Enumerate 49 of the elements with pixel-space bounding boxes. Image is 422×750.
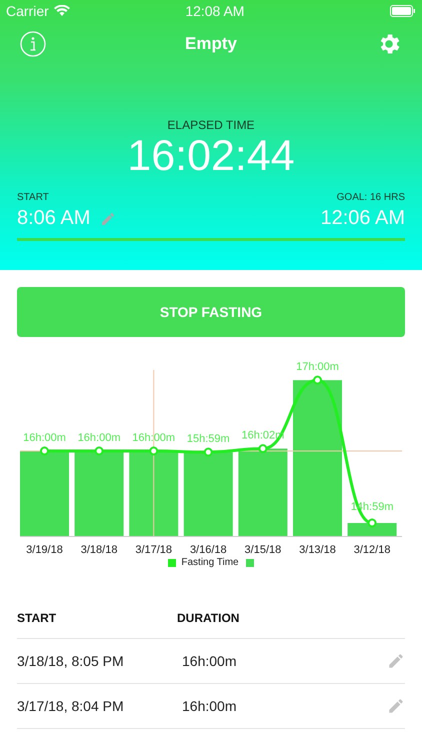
screen-title: Empty — [185, 34, 237, 54]
date-label: 3/13/18 — [299, 544, 336, 555]
start-cell-text: 3/18/18, 8:05 PM — [17, 653, 125, 669]
value-label: 15h:59m — [186, 433, 230, 446]
bar[interactable] — [238, 448, 288, 536]
start-label: START — [17, 192, 50, 203]
status-time: 12:08 AM — [185, 3, 246, 19]
data-point — [204, 448, 213, 457]
bar[interactable] — [348, 523, 397, 536]
value-label: 16h:00m — [78, 432, 120, 444]
data-point — [149, 446, 158, 456]
data-point — [94, 446, 104, 456]
end-time: 12:06 AM — [320, 207, 405, 230]
start-time: 8:06 AM — [17, 207, 90, 230]
column-header: DURATION — [177, 611, 240, 625]
value-label: 16h:00m — [132, 432, 176, 444]
data-point — [313, 376, 322, 385]
duration-cell-text: 16h:00m — [182, 698, 238, 714]
pencil-icon[interactable] — [387, 697, 405, 715]
value-label: 16h:00m — [23, 432, 66, 444]
duration-cell-text: 16h:00m — [182, 653, 238, 669]
data-point — [368, 518, 377, 528]
elapsed-time: 16:02:44 — [127, 132, 295, 180]
column-header: START — [17, 611, 58, 625]
date-label: 3/19/18 — [26, 544, 63, 555]
bar[interactable] — [293, 380, 342, 536]
bar[interactable] — [74, 451, 124, 536]
data-point — [258, 444, 268, 454]
value-label: 17h:00m — [296, 361, 339, 374]
legend-label: Fasting Time — [181, 557, 239, 568]
start-cell-text: 3/17/18, 8:04 PM — [17, 698, 125, 714]
date-label: 3/16/18 — [190, 544, 227, 555]
stop-fasting-button[interactable]: STOP FASTING — [17, 287, 405, 337]
date-label: 3/12/18 — [354, 544, 390, 555]
date-label: 3/15/18 — [244, 544, 282, 555]
pencil-icon[interactable] — [387, 652, 405, 670]
carrier-label: Carrier — [6, 3, 49, 19]
info-icon[interactable] — [20, 31, 46, 57]
battery-icon — [390, 5, 416, 17]
bar[interactable] — [184, 452, 233, 536]
data-point — [40, 446, 49, 456]
date-label: 3/17/18 — [135, 544, 172, 555]
goal-label: GOAL: 16 HRS — [336, 192, 405, 203]
elapsed-label: ELAPSED TIME — [167, 118, 255, 132]
date-label: 3/18/18 — [80, 544, 118, 555]
bar[interactable] — [129, 451, 178, 536]
wifi-icon — [54, 5, 70, 17]
pencil-icon[interactable] — [100, 210, 116, 226]
bar[interactable] — [20, 451, 69, 536]
